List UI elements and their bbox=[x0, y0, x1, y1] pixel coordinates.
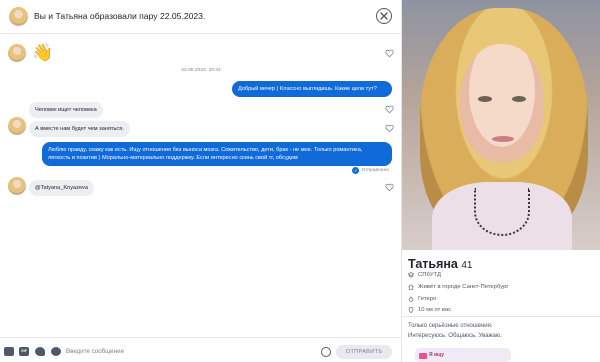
close-button[interactable] bbox=[376, 8, 392, 24]
wave-emoji-message: 👋 bbox=[32, 43, 54, 62]
outgoing-message: Добрый вечер ) Классно выглядишь. Какие … bbox=[232, 81, 392, 98]
outgoing-message: Люблю правду, скажу как есть. Ищу отноше… bbox=[42, 142, 392, 167]
looking-for-icon bbox=[419, 353, 427, 359]
education-icon bbox=[408, 272, 414, 278]
incoming-message: @Tatyana_Knyazeva bbox=[29, 180, 94, 197]
profile-first-name: Татьяна bbox=[408, 257, 458, 271]
sticker-icon[interactable] bbox=[35, 347, 45, 356]
delivery-status-label: Отправлено bbox=[361, 168, 389, 173]
like-button[interactable] bbox=[385, 105, 394, 114]
avatar[interactable] bbox=[9, 7, 28, 26]
gif-icon[interactable]: GIF bbox=[19, 347, 29, 356]
like-button[interactable] bbox=[385, 124, 394, 133]
send-button[interactable]: ОТПРАВИТЬ bbox=[336, 345, 392, 359]
chat-panel: Вы и Татьяна образовали пару 22.05.2023.… bbox=[0, 0, 402, 362]
like-button[interactable] bbox=[385, 183, 394, 192]
profile-panel: Татьяна 41 СПбУТД Живёт в городе Санкт-П… bbox=[402, 0, 600, 362]
message-composer: GIF ОТПРАВИТЬ bbox=[0, 337, 402, 362]
message-input[interactable] bbox=[66, 346, 306, 357]
incoming-message: Человек ищет человека bbox=[29, 102, 103, 119]
looking-for-label: Я ищу bbox=[429, 352, 445, 358]
incoming-message: А вместе нам будет чем заняться. bbox=[29, 121, 130, 138]
like-button[interactable] bbox=[385, 49, 394, 58]
profile-city: Живёт в городе Санкт-Петербург bbox=[408, 284, 509, 290]
image-icon[interactable] bbox=[4, 347, 14, 356]
home-icon bbox=[408, 284, 414, 290]
heart-icon bbox=[385, 124, 394, 133]
delivery-status: ✓ Отправлено bbox=[352, 167, 389, 174]
heart-icon bbox=[385, 183, 394, 192]
music-icon[interactable] bbox=[51, 347, 61, 356]
heart-icon bbox=[385, 105, 394, 114]
divider bbox=[402, 316, 600, 317]
avatar[interactable] bbox=[8, 117, 26, 135]
looking-for-card[interactable]: Я ищу bbox=[415, 348, 511, 362]
profile-orientation: Гетеро bbox=[408, 296, 436, 302]
gender-icon bbox=[408, 296, 414, 302]
check-icon: ✓ bbox=[352, 167, 360, 174]
close-icon bbox=[380, 12, 388, 20]
profile-bio: Только серьёзные отношения. Интересуюсь.… bbox=[408, 323, 503, 339]
match-title: Вы и Татьяна образовали пару 22.05.2023. bbox=[34, 11, 206, 21]
heart-icon bbox=[385, 49, 394, 58]
avatar[interactable] bbox=[8, 44, 26, 62]
profile-age: 41 bbox=[461, 260, 473, 271]
profile-distance: 10 км от вас bbox=[408, 307, 451, 313]
profile-name: Татьяна 41 bbox=[408, 257, 473, 271]
location-icon bbox=[408, 307, 414, 313]
emoji-icon[interactable] bbox=[321, 347, 331, 357]
profile-photo[interactable] bbox=[402, 0, 600, 250]
message-timestamp: 22.05.2023, 20:44 bbox=[181, 68, 221, 73]
chat-header: Вы и Татьяна образовали пару 22.05.2023. bbox=[0, 0, 402, 34]
profile-education: СПбУТД bbox=[408, 272, 441, 278]
app-window: Вы и Татьяна образовали пару 22.05.2023.… bbox=[0, 0, 600, 362]
avatar[interactable] bbox=[8, 177, 26, 195]
